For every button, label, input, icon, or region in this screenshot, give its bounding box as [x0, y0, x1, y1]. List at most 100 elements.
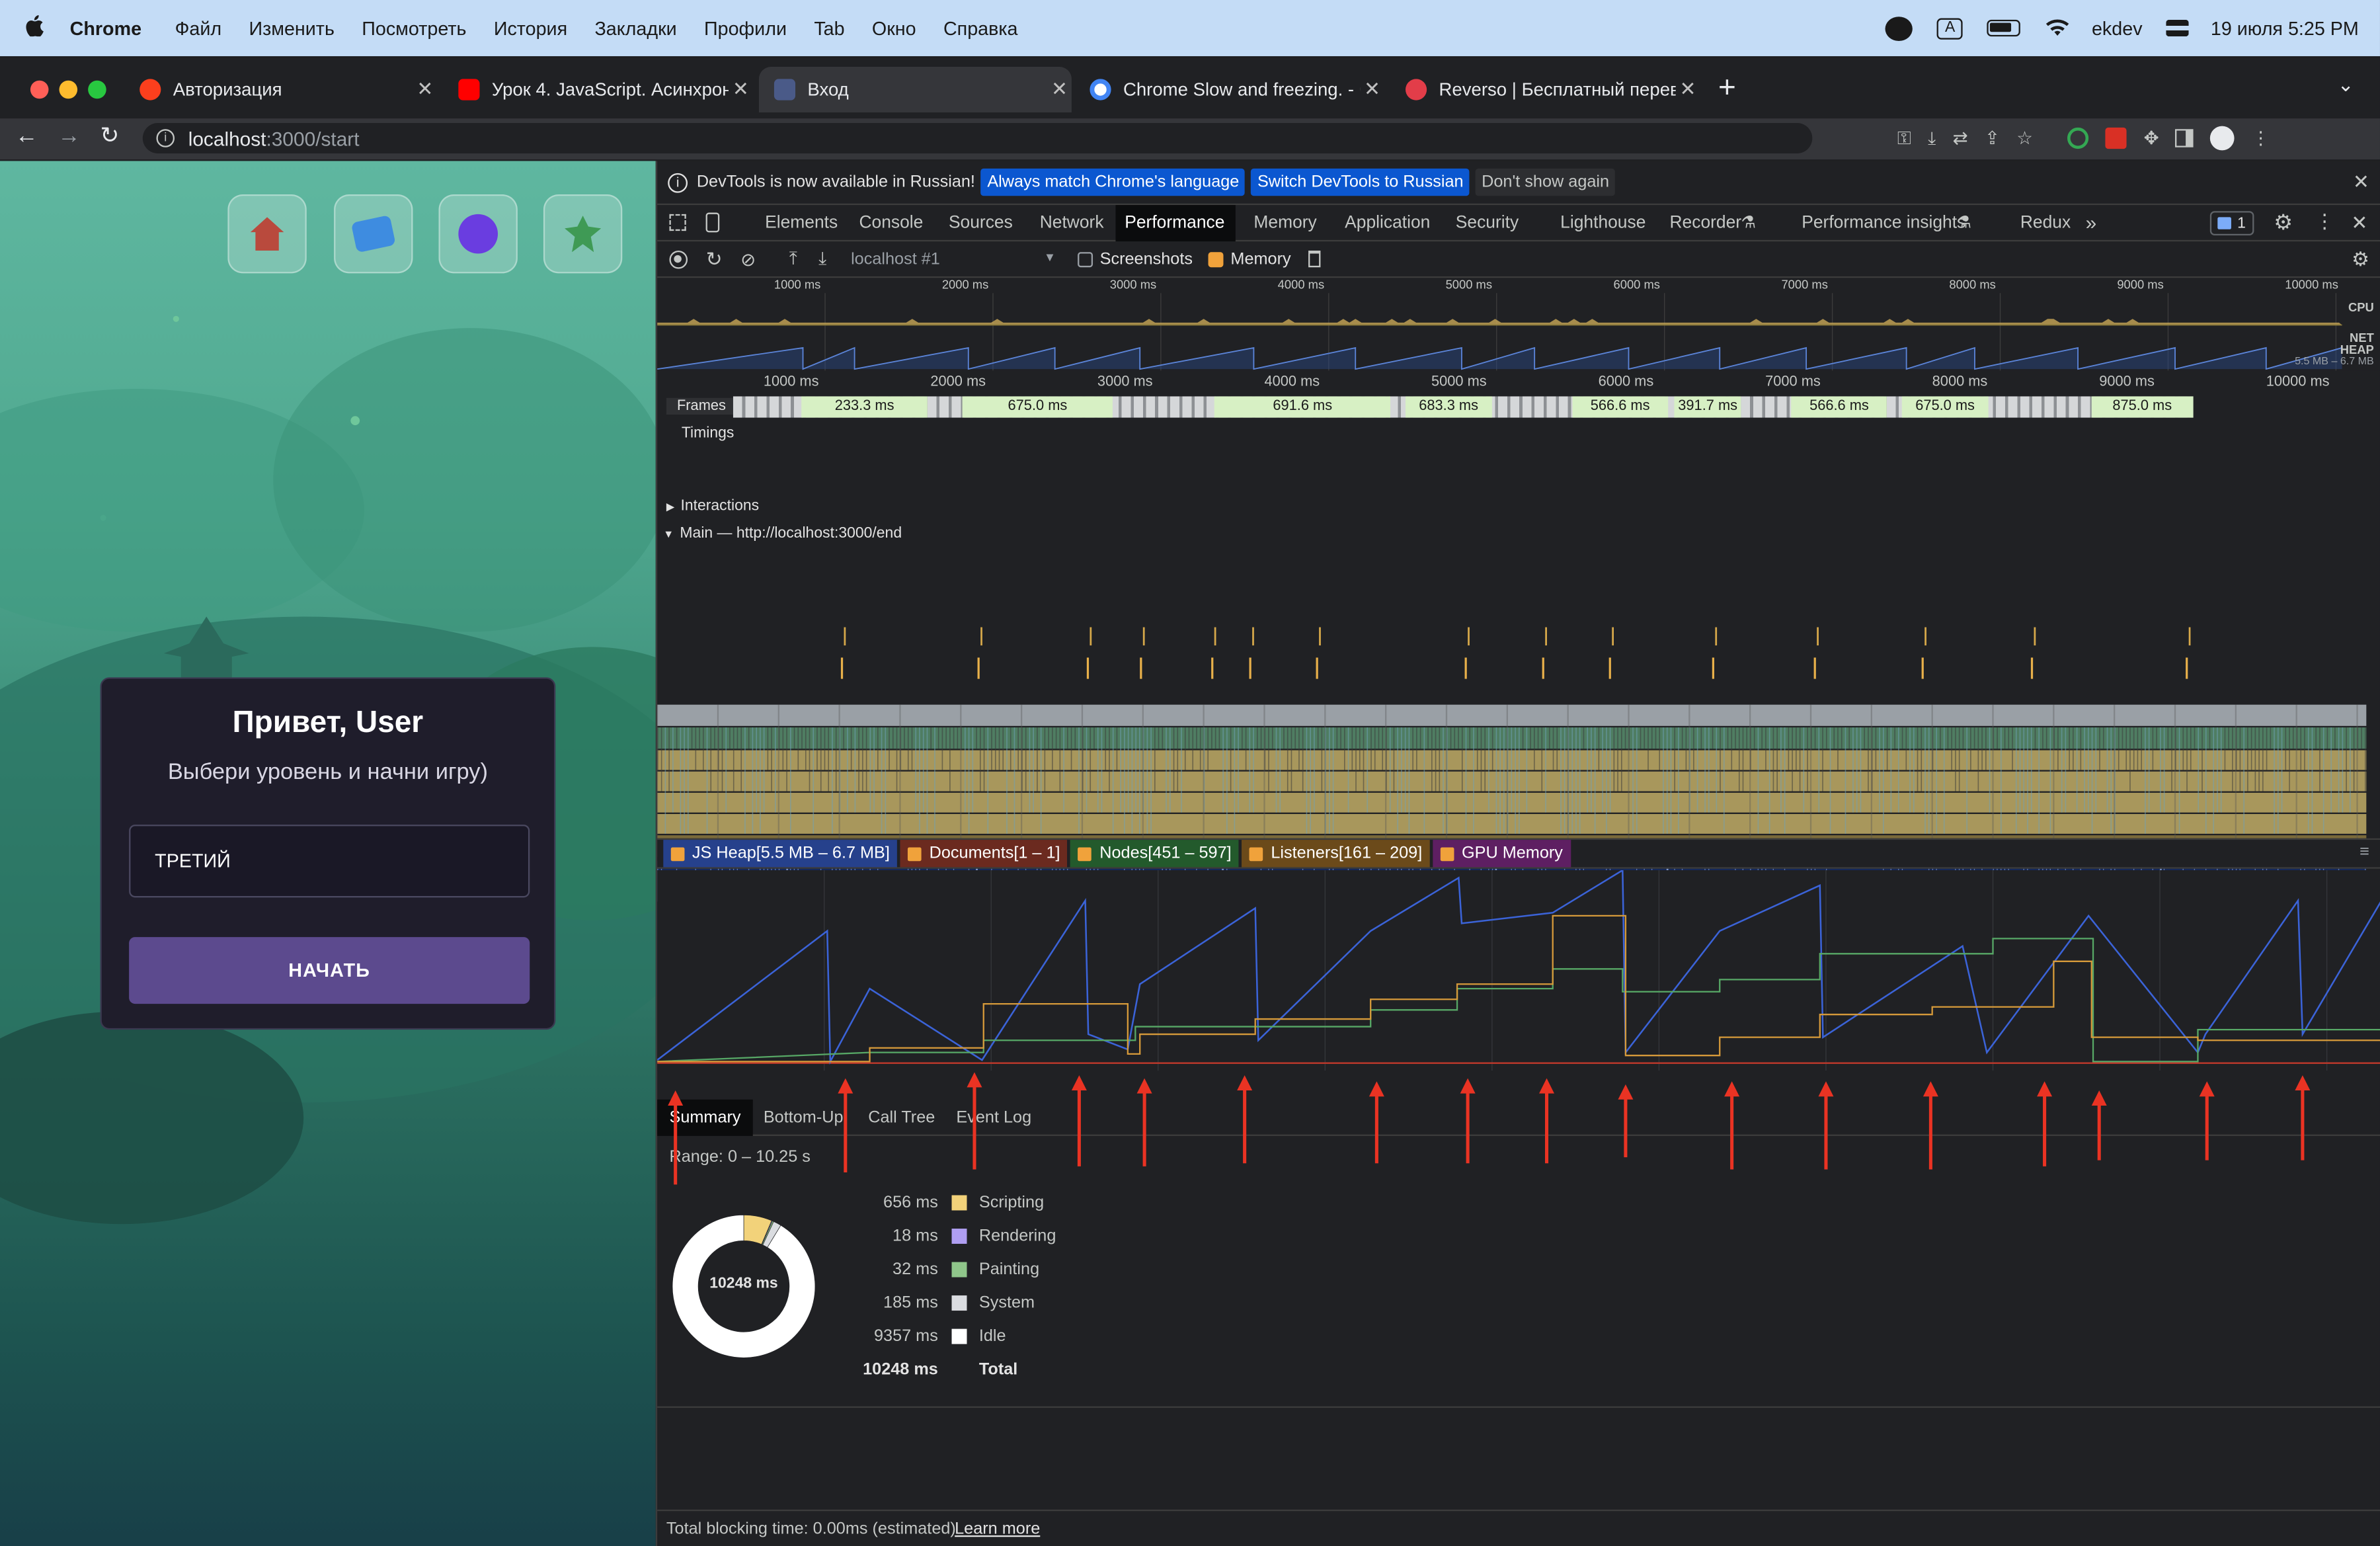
gpu-memory-counter[interactable]: GPU Memory — [1433, 840, 1571, 868]
tab-network[interactable]: Network — [1031, 205, 1113, 241]
tab-summary[interactable]: Summary — [657, 1099, 753, 1136]
menu-history[interactable]: История — [494, 17, 567, 38]
record-icon[interactable] — [669, 249, 688, 268]
extension-green-icon[interactable] — [2067, 127, 2089, 149]
more-tabs-chevron-icon[interactable]: » — [2086, 211, 2097, 233]
new-tab-plus-icon[interactable]: + — [1718, 71, 1736, 106]
frame-block[interactable]: 683.3 ms — [1404, 396, 1493, 418]
infobar-close-icon[interactable]: ✕ — [2353, 170, 2369, 194]
interactions-track-label[interactable]: ▶ Interactions — [666, 498, 759, 514]
smile-level-button[interactable] — [438, 194, 518, 274]
tab-memory[interactable]: Memory — [1245, 205, 1326, 241]
load-profile-icon[interactable]: ⤒ — [789, 247, 797, 270]
browser-tab[interactable]: Reverso | Бесплатный перевод ✕ — [1390, 67, 1700, 112]
frames-track[interactable]: 233.3 ms 675.0 ms 691.6 ms 683.3 ms 566.6 ms… — [657, 396, 2380, 418]
browser-tab[interactable]: Chrome Slow and freezing. - G ✕ — [1074, 67, 1384, 112]
frame-block[interactable]: 566.6 ms — [1792, 396, 1887, 418]
tab-performance-insights[interactable]: Performance insights — [1792, 205, 1975, 241]
always-match-language-button[interactable]: Always match Chrome's language — [981, 168, 1246, 196]
window-close-button[interactable] — [30, 80, 49, 99]
battery-icon[interactable] — [1987, 19, 2021, 37]
reload-icon[interactable]: ↻ — [100, 122, 120, 149]
menubar-datetime[interactable]: 19 июля 5:25 PM — [2211, 17, 2359, 38]
browser-tab[interactable]: Урок 4. JavaScript. Асинхрони ✕ — [443, 67, 752, 112]
collect-garbage-icon[interactable] — [1309, 250, 1322, 268]
site-info-icon[interactable]: i — [156, 129, 175, 147]
memory-checkbox[interactable] — [1207, 251, 1223, 267]
apple-icon[interactable] — [26, 14, 44, 42]
frame-block[interactable]: 233.3 ms — [801, 396, 928, 418]
switch-to-russian-button[interactable]: Switch DevTools to Russian — [1251, 168, 1470, 196]
frame-block[interactable]: 566.6 ms — [1572, 396, 1668, 418]
dont-show-again-button[interactable]: Don't show again — [1475, 168, 1616, 196]
window-zoom-button[interactable] — [88, 80, 106, 99]
forward-arrow-icon[interactable]: → — [58, 123, 80, 149]
menu-view[interactable]: Посмотреть — [362, 17, 466, 38]
book-level-button[interactable] — [334, 194, 413, 274]
tab-console[interactable]: Console — [850, 205, 932, 241]
frame-block[interactable]: 675.0 ms — [962, 396, 1113, 418]
reload-record-icon[interactable]: ↻ — [706, 247, 723, 271]
tab-performance[interactable]: Performance — [1115, 205, 1236, 242]
back-arrow-icon[interactable]: ← — [15, 123, 38, 149]
main-thread-track-label[interactable]: ▼ Main — http://localhost:3000/end — [663, 526, 902, 542]
browser-tab[interactable]: Авторизация ✕ — [124, 67, 437, 112]
tab-application[interactable]: Application — [1335, 205, 1439, 241]
tab-search-chevron-icon[interactable]: ⌄ — [2338, 73, 2354, 97]
frame-block[interactable]: 675.0 ms — [1901, 396, 1989, 418]
tab-redux[interactable]: Redux — [2011, 205, 2080, 241]
documents-counter[interactable]: Documents[1 – 1] — [900, 840, 1068, 868]
menu-profiles[interactable]: Профили — [704, 17, 787, 38]
tab-call-tree[interactable]: Call Tree — [856, 1100, 947, 1136]
clear-icon[interactable]: ⊘ — [740, 249, 756, 270]
devtools-close-icon[interactable]: ✕ — [2351, 211, 2367, 235]
learn-more-link[interactable]: Learn more — [955, 1520, 1040, 1539]
extensions-puzzle-icon[interactable]: ✥ — [2144, 128, 2159, 149]
screenshots-checkbox[interactable] — [1077, 251, 1093, 267]
listeners-counter[interactable]: Listeners[161 – 209] — [1242, 840, 1430, 868]
control-center-icon[interactable] — [2166, 19, 2190, 37]
tab-close-icon[interactable]: ✕ — [413, 77, 437, 102]
menu-help[interactable]: Справка — [943, 17, 1018, 38]
clover-level-button[interactable] — [543, 194, 623, 274]
issues-badge[interactable]: 1 — [2209, 211, 2254, 235]
capture-settings-gear-icon[interactable]: ⚙ — [2352, 247, 2369, 272]
memory-counters-graph[interactable] — [657, 870, 2380, 1071]
target-select[interactable]: localhost #1 ▼ — [851, 250, 1056, 268]
devtools-menu-icon[interactable]: ⋮ — [2315, 210, 2334, 234]
menubar-user[interactable]: ekdev — [2092, 17, 2143, 38]
key-icon[interactable]: ⚿ — [1897, 127, 1911, 149]
profile-avatar-icon[interactable] — [2210, 126, 2235, 151]
tab-close-icon[interactable]: ✕ — [729, 77, 753, 102]
start-button[interactable]: НАЧАТЬ — [129, 937, 530, 1004]
tab-event-log[interactable]: Event Log — [944, 1100, 1043, 1136]
share-icon[interactable]: ⇪ — [1985, 128, 2000, 149]
input-source-icon[interactable]: A — [1937, 17, 1963, 39]
extension-red-icon[interactable] — [2106, 127, 2127, 149]
bookmark-star-icon[interactable]: ☆ — [2016, 128, 2033, 149]
chrome-menu-icon[interactable]: ⋮ — [2252, 128, 2270, 149]
tab-close-icon[interactable]: ✕ — [1047, 77, 1072, 102]
device-toolbar-icon[interactable] — [705, 212, 720, 233]
side-panel-icon[interactable] — [2175, 129, 2194, 147]
menu-file[interactable]: Файл — [175, 17, 222, 38]
frame-block[interactable]: 691.6 ms — [1214, 396, 1390, 418]
tab-close-icon[interactable]: ✕ — [1360, 77, 1384, 102]
house-level-button[interactable] — [227, 194, 307, 274]
creative-cloud-icon[interactable] — [1885, 16, 1913, 40]
tab-lighthouse[interactable]: Lighthouse — [1551, 205, 1655, 241]
tab-sources[interactable]: Sources — [939, 205, 1021, 241]
tab-recorder[interactable]: Recorder — [1661, 205, 1751, 241]
level-select[interactable]: ТРЕТИЙ — [129, 825, 530, 898]
menu-edit[interactable]: Изменить — [249, 17, 334, 38]
nodes-counter[interactable]: Nodes[451 – 597] — [1070, 840, 1240, 868]
js-heap-counter[interactable]: JS Heap[5.5 MB – 6.7 MB] — [663, 840, 898, 868]
address-bar[interactable]: i localhost :3000/start — [142, 123, 1813, 153]
wifi-icon[interactable] — [2045, 16, 2071, 40]
frame-block[interactable]: 875.0 ms — [2090, 396, 2194, 418]
browser-tab-active[interactable]: Вход ✕ — [758, 67, 1072, 112]
menubar-app-name[interactable]: Chrome — [70, 17, 141, 38]
timings-track-label[interactable]: Timings — [682, 425, 734, 442]
inspect-element-icon[interactable] — [669, 214, 686, 231]
frame-block[interactable]: 391.7 ms — [1675, 396, 1741, 418]
